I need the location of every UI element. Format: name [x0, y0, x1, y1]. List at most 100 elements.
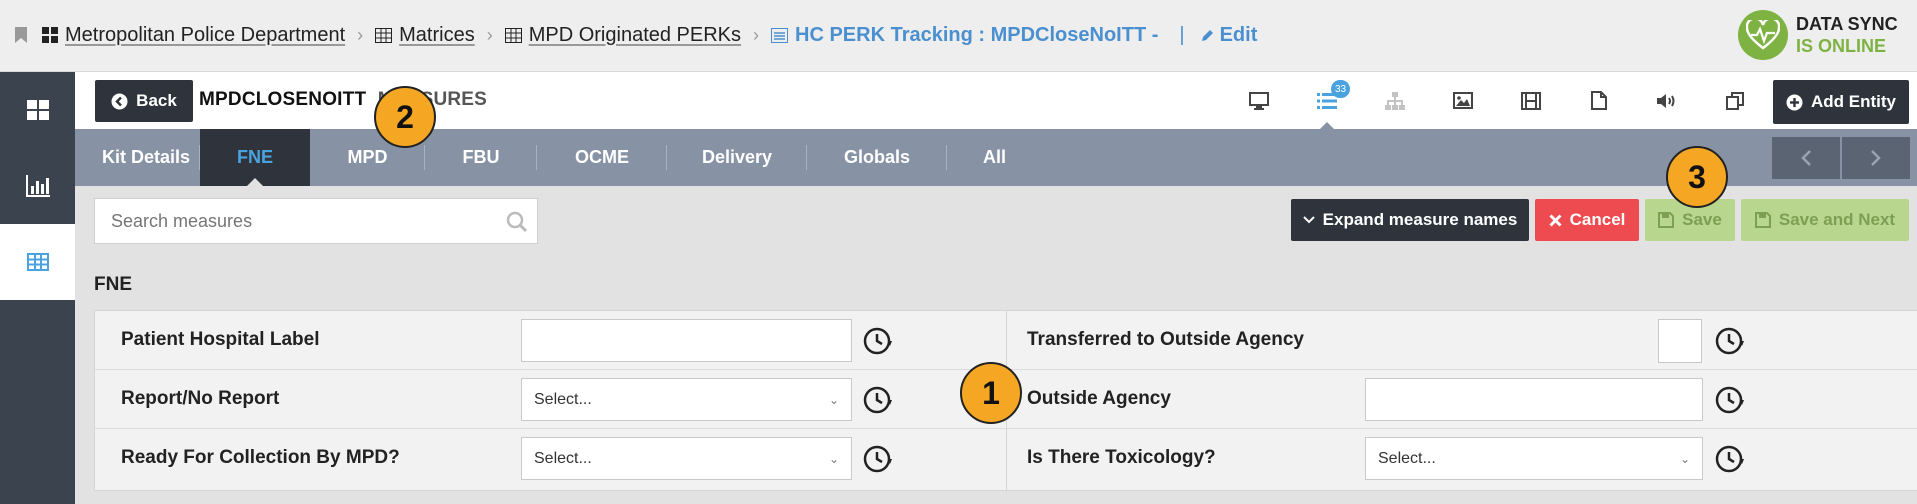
history-icon[interactable] — [1713, 384, 1745, 416]
tab-label: OCME — [575, 147, 629, 167]
dashboard-icon — [42, 27, 58, 43]
list-window-icon — [771, 27, 789, 43]
save-and-next-button[interactable]: Save and Next — [1741, 199, 1909, 241]
view-toolbar: 33 — [1225, 72, 1769, 130]
breadcrumb-label: Matrices — [399, 23, 475, 46]
report-no-report-select[interactable]: Select... ⌄ — [521, 378, 852, 421]
history-icon[interactable] — [861, 325, 893, 357]
chevron-right-icon: › — [357, 24, 364, 45]
search-icon — [506, 211, 528, 233]
heartbeat-icon — [1738, 10, 1788, 60]
tab-globals[interactable]: Globals — [807, 129, 947, 186]
measure-label: Transferred to Outside Agency — [1027, 329, 1304, 350]
tab-label: Kit Details — [101, 147, 191, 167]
edit-label: Edit — [1219, 23, 1258, 46]
breadcrumb-item-department[interactable]: Metropolitan Police Department — [42, 24, 345, 47]
history-icon[interactable] — [1713, 325, 1745, 357]
measures-panel-right: Transferred to Outside Agency Outside Ag… — [1007, 310, 1917, 491]
chevron-right-icon: › — [486, 24, 493, 45]
tab-label: Delivery — [701, 147, 773, 167]
add-entity-button[interactable]: Add Entity — [1773, 80, 1909, 124]
measure-row: Is There Toxicology? Select... ⌄ — [1007, 429, 1917, 488]
select-value: Select... — [534, 390, 592, 408]
tab-bar: Kit Details FNE MPD FBU OCME Delivery Gl… — [75, 129, 1917, 186]
entity-name: MPDCLOSENOITT — [199, 89, 367, 110]
search-input[interactable] — [94, 198, 538, 244]
select-value: Select... — [534, 449, 592, 467]
floppy-disk-icon — [1754, 212, 1771, 228]
measures-count-badge: 33 — [1331, 80, 1351, 98]
tab-label: FNE — [237, 147, 273, 167]
outside-agency-input[interactable] — [1365, 378, 1703, 421]
measure-label: Outside Agency — [1027, 388, 1171, 409]
top-bar: Metropolitan Police Department › Matrice… — [0, 0, 1917, 72]
save-and-next-label: Save and Next — [1778, 210, 1896, 229]
sidebar-item-reports[interactable] — [0, 148, 75, 224]
tab-delivery[interactable]: Delivery — [667, 129, 807, 186]
breadcrumb-item-matrices[interactable]: Matrices — [375, 24, 475, 47]
film-icon — [1521, 91, 1541, 110]
toxicology-select[interactable]: Select... ⌄ — [1365, 437, 1703, 480]
tab-label: MPD — [347, 147, 388, 167]
next-button[interactable] — [1842, 137, 1910, 179]
breadcrumb-item-perks[interactable]: MPD Originated PERKs — [504, 24, 741, 47]
save-label: Save — [1682, 210, 1722, 229]
sidebar — [0, 72, 75, 504]
tab-all[interactable]: All — [947, 129, 1042, 186]
history-icon[interactable] — [861, 443, 893, 475]
previous-button[interactable] — [1772, 137, 1840, 179]
ready-for-collection-select[interactable]: Select... ⌄ — [521, 437, 852, 480]
measure-row: Ready For Collection By MPD? Select... ⌄ — [95, 429, 1006, 488]
sidebar-item-dashboard[interactable] — [0, 72, 75, 148]
dashboard-icon — [26, 100, 49, 120]
edit-link[interactable]: Edit — [1200, 23, 1258, 47]
chevron-left-icon — [1801, 150, 1811, 166]
cancel-button[interactable]: Cancel — [1535, 199, 1639, 241]
chevron-down-icon: ⌄ — [1679, 451, 1690, 466]
expand-measure-names-button[interactable]: Expand measure names — [1291, 199, 1529, 241]
document-icon — [1591, 91, 1607, 110]
breadcrumb-current: HC PERK Tracking : MPDCloseNoITT - | Edi… — [771, 24, 1257, 47]
table-icon — [504, 27, 522, 43]
callout-marker: 3 — [1666, 146, 1728, 208]
videos-button[interactable] — [1497, 72, 1565, 129]
tab-fne[interactable]: FNE — [200, 129, 310, 186]
transferred-checkbox[interactable] — [1658, 319, 1702, 363]
measure-row: Patient Hospital Label — [95, 311, 1006, 370]
chevron-right-icon — [1871, 150, 1881, 166]
monitor-view-button[interactable] — [1225, 72, 1293, 129]
chevron-down-icon: ⌄ — [828, 451, 839, 466]
tab-label: Globals — [843, 147, 910, 167]
copy-button[interactable] — [1701, 72, 1769, 129]
measures-list-button[interactable]: 33 — [1293, 72, 1361, 130]
breadcrumb-label: Metropolitan Police Department — [65, 23, 346, 46]
tab-ocme[interactable]: OCME — [537, 129, 667, 186]
hierarchy-view-button[interactable] — [1361, 72, 1429, 129]
bar-chart-icon — [25, 175, 50, 197]
callout-marker: 1 — [960, 362, 1022, 424]
history-icon[interactable] — [1713, 443, 1745, 475]
tab-kit-details[interactable]: Kit Details — [92, 129, 200, 186]
tab-fbu[interactable]: FBU — [425, 129, 537, 186]
measure-row: Transferred to Outside Agency — [1007, 311, 1917, 370]
sidebar-item-matrices[interactable] — [0, 224, 75, 300]
sync-title: DATA SYNC — [1796, 14, 1898, 34]
sync-state: IS ONLINE — [1796, 36, 1887, 56]
breadcrumb-divider: | — [1179, 23, 1185, 46]
bookmark-icon[interactable] — [14, 26, 28, 44]
audio-button[interactable] — [1633, 72, 1701, 129]
images-button[interactable] — [1429, 72, 1497, 129]
chevron-down-icon — [1302, 216, 1315, 224]
pencil-icon — [1201, 29, 1213, 41]
measures-toolbar: Expand measure names Cancel Save Save an… — [75, 186, 1917, 256]
measure-row: Report/No Report Select... ⌄ — [95, 370, 1006, 429]
image-icon — [1453, 92, 1473, 109]
sitemap-icon — [1385, 91, 1405, 110]
back-label: Back — [136, 91, 177, 110]
patient-hospital-label-input[interactable] — [521, 319, 852, 362]
documents-button[interactable] — [1565, 72, 1633, 129]
table-icon — [375, 27, 393, 43]
close-icon — [1549, 213, 1562, 227]
history-icon[interactable] — [861, 384, 893, 416]
back-button[interactable]: Back — [95, 80, 193, 122]
